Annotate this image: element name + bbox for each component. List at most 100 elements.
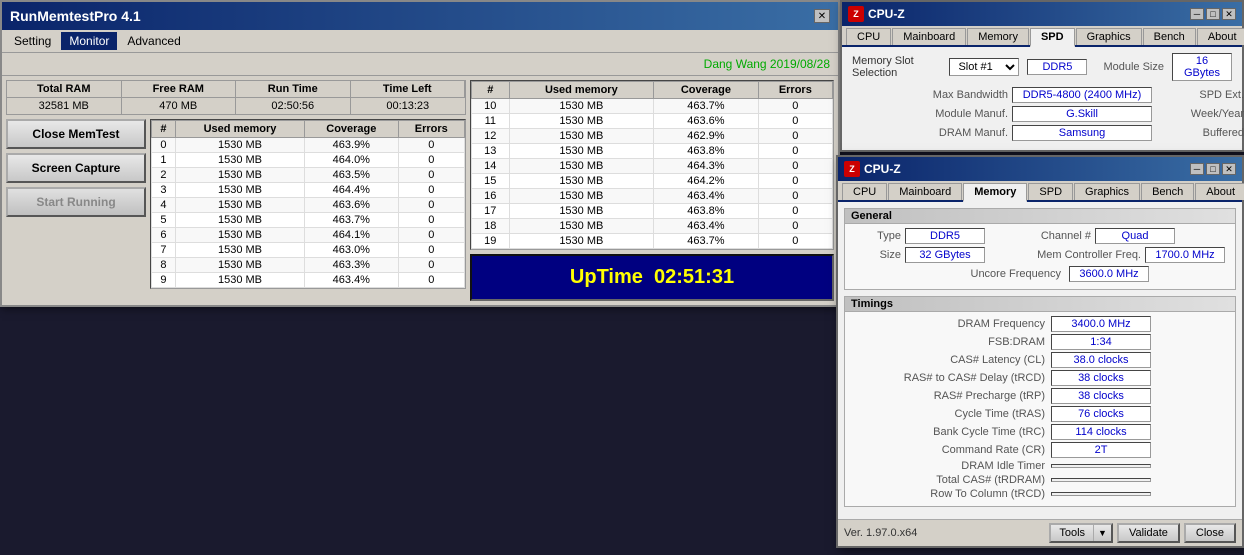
timing-value: 2T xyxy=(1051,442,1151,458)
cpuz2-minimize-button[interactable]: ─ xyxy=(1190,163,1204,175)
stat-header-total-ram: Total RAM xyxy=(7,81,122,98)
dram-manuf-label: DRAM Manuf. xyxy=(848,127,1008,139)
table-row: 151530 MB464.2%0 xyxy=(472,174,833,189)
timing-row: RAS# to CAS# Delay (tRCD)38 clocks xyxy=(851,370,1229,386)
timing-value xyxy=(1051,478,1151,482)
inner-th-errors: Errors xyxy=(398,121,464,138)
size-label: Size xyxy=(851,249,901,261)
uptime-box: UpTime 02:51:31 xyxy=(470,254,834,301)
tools-dropdown[interactable]: Tools ▼ xyxy=(1049,523,1113,543)
right-th-coverage: Coverage xyxy=(654,82,759,99)
cpuz1-tab-spd[interactable]: SPD xyxy=(1030,28,1075,47)
table-row: 181530 MB463.4%0 xyxy=(472,219,833,234)
cpuz2-titlebar: Z CPU-Z ─ □ ✕ xyxy=(838,157,1242,181)
action-btns: Close MemTest Screen Capture Start Runni… xyxy=(6,119,146,289)
timing-label: RAS# Precharge (tRP) xyxy=(851,390,1051,402)
stats-row: Total RAM Free RAM Run Time Time Left 32… xyxy=(6,80,466,115)
dram-manuf-value: Samsung xyxy=(1012,125,1152,141)
timing-value: 38 clocks xyxy=(1051,388,1151,404)
rmt-close-button[interactable]: ✕ xyxy=(814,9,830,23)
cpuz2-icon: Z xyxy=(844,161,860,177)
module-size-value: 16 GBytes xyxy=(1172,53,1232,81)
menu-monitor[interactable]: Monitor xyxy=(61,32,117,50)
rmt-title: RunMemtestPro 4.1 xyxy=(10,8,141,24)
timing-label: DRAM Idle Timer xyxy=(851,460,1051,472)
timing-label: CAS# Latency (CL) xyxy=(851,354,1051,366)
timing-label: Row To Column (tRCD) xyxy=(851,488,1051,500)
cpuz1-tab-bench[interactable]: Bench xyxy=(1143,28,1196,45)
cpuz1-tab-about[interactable]: About xyxy=(1197,28,1244,45)
cpuz1-minimize-button[interactable]: ─ xyxy=(1190,8,1204,20)
inner-th-coverage: Coverage xyxy=(305,121,398,138)
menu-setting[interactable]: Setting xyxy=(6,32,59,50)
inner-th-used: Used memory xyxy=(175,121,304,138)
right-panel: # Used memory Coverage Errors 101530 MB4… xyxy=(470,80,834,301)
tools-button[interactable]: Tools xyxy=(1051,525,1093,541)
table-row: 121530 MB462.9%0 xyxy=(472,129,833,144)
cpuz2-version: Ver. 1.97.0.x64 xyxy=(844,527,917,539)
cpuz2-tab-mainboard[interactable]: Mainboard xyxy=(888,183,962,200)
timing-value: 3400.0 MHz xyxy=(1051,316,1151,332)
cpuz2-tab-about[interactable]: About xyxy=(1195,183,1244,200)
mem-ctrl-value: 1700.0 MHz xyxy=(1145,247,1225,263)
left-panel: Total RAM Free RAM Run Time Time Left 32… xyxy=(6,80,466,301)
timings-section-box: Timings DRAM Frequency3400.0 MHzFSB:DRAM… xyxy=(844,296,1236,507)
rmt-menubar: Setting Monitor Advanced xyxy=(2,30,838,53)
size-value: 32 GBytes xyxy=(905,247,985,263)
table-row: 41530 MB463.6%0 xyxy=(152,198,465,213)
cpuz2-tab-cpu[interactable]: CPU xyxy=(842,183,887,200)
cpuz2-title: Z CPU-Z xyxy=(844,161,901,177)
table-row: 111530 MB463.6%0 xyxy=(472,114,833,129)
cpuz1-maximize-button[interactable]: □ xyxy=(1206,8,1220,20)
close-cpuz2-button[interactable]: Close xyxy=(1184,523,1236,543)
timing-label: FSB:DRAM xyxy=(851,336,1051,348)
uncore-value: 3600.0 MHz xyxy=(1069,266,1149,282)
timing-label: Bank Cycle Time (tRC) xyxy=(851,426,1051,438)
cpuz-window-2: Z CPU-Z ─ □ ✕ CPU Mainboard Memory SPD G… xyxy=(836,155,1244,548)
start-running-button[interactable]: Start Running xyxy=(6,187,146,217)
cpuz2-tab-memory[interactable]: Memory xyxy=(963,183,1027,202)
cpuz1-tab-graphics[interactable]: Graphics xyxy=(1076,28,1142,45)
cpuz2-tab-spd[interactable]: SPD xyxy=(1028,183,1073,200)
table-row: 31530 MB464.4%0 xyxy=(152,183,465,198)
cpuz1-title: Z CPU-Z xyxy=(848,6,905,22)
cpuz2-tab-graphics[interactable]: Graphics xyxy=(1074,183,1140,200)
timing-row: Cycle Time (tRAS)76 clocks xyxy=(851,406,1229,422)
validate-button[interactable]: Validate xyxy=(1117,523,1180,543)
cpuz1-tab-memory[interactable]: Memory xyxy=(967,28,1029,45)
close-memtest-button[interactable]: Close MemTest xyxy=(6,119,146,149)
slot-select-dropdown[interactable]: Slot #1 xyxy=(949,58,1019,76)
cpuz2-maximize-button[interactable]: □ xyxy=(1206,163,1220,175)
screen-capture-button[interactable]: Screen Capture xyxy=(6,153,146,183)
type-label: Type xyxy=(851,230,901,242)
table-row: 61530 MB464.1%0 xyxy=(152,228,465,243)
cpuz1-tab-mainboard[interactable]: Mainboard xyxy=(892,28,966,45)
timing-label: Total CAS# (tRDRAM) xyxy=(851,474,1051,486)
size-row: Size 32 GBytes Mem Controller Freq. 1700… xyxy=(851,247,1229,263)
timing-value: 1:34 xyxy=(1051,334,1151,350)
menu-advanced[interactable]: Advanced xyxy=(119,32,188,50)
timing-label: Command Rate (CR) xyxy=(851,444,1051,456)
cpuz2-content: General Type DDR5 Channel # Quad Size 32… xyxy=(838,202,1242,519)
module-size-label: Module Size xyxy=(1103,61,1164,73)
stat-value-run-time: 02:50:56 xyxy=(236,98,351,114)
timing-value xyxy=(1051,492,1151,496)
cpuz2-close-button[interactable]: ✕ xyxy=(1222,163,1236,175)
cpuz1-icon: Z xyxy=(848,6,864,22)
general-section-title: General xyxy=(845,209,1235,224)
timing-value: 38.0 clocks xyxy=(1051,352,1151,368)
stat-value-total-ram: 32581 MB xyxy=(7,98,122,114)
general-section-box: General Type DDR5 Channel # Quad Size 32… xyxy=(844,208,1236,290)
cpuz2-tab-bench[interactable]: Bench xyxy=(1141,183,1194,200)
inner-th-num: # xyxy=(152,121,176,138)
tools-arrow[interactable]: ▼ xyxy=(1093,525,1111,541)
cpuz1-close-button[interactable]: ✕ xyxy=(1222,8,1236,20)
slot-selection-label: Memory Slot Selection xyxy=(852,55,941,79)
timing-label: RAS# to CAS# Delay (tRCD) xyxy=(851,372,1051,384)
cpuz1-tab-cpu[interactable]: CPU xyxy=(846,28,891,45)
type-value: DDR5 xyxy=(905,228,985,244)
table-row: 161530 MB463.4%0 xyxy=(472,189,833,204)
table-row: 91530 MB463.4%0 xyxy=(152,273,465,288)
general-section-body: Type DDR5 Channel # Quad Size 32 GBytes … xyxy=(845,224,1235,289)
runmemtest-window: RunMemtestPro 4.1 ✕ Setting Monitor Adva… xyxy=(0,0,840,307)
